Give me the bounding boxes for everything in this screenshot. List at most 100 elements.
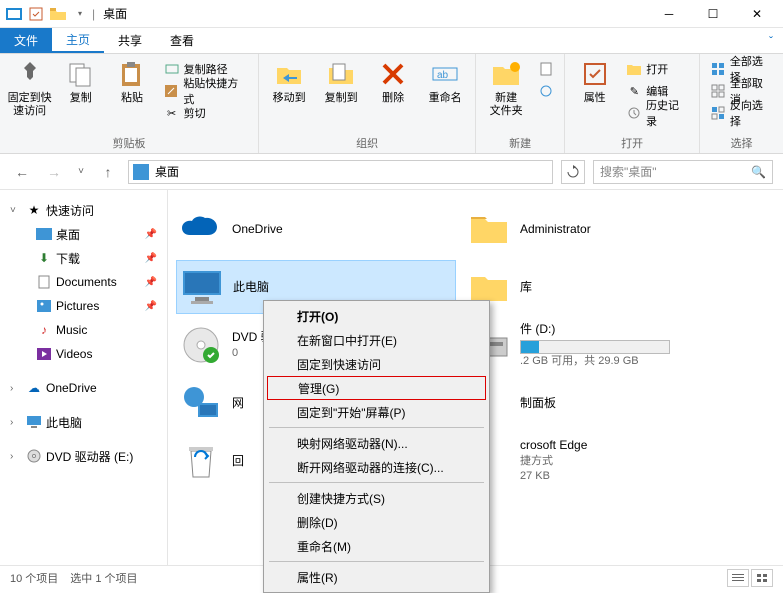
refresh-button[interactable] [561, 160, 585, 184]
group-label: 选择 [706, 133, 777, 151]
tree-music[interactable]: ♪Music [0, 318, 167, 342]
moveto-button[interactable]: 移动到 [265, 58, 313, 105]
tree-desktop[interactable]: 桌面📌 [0, 222, 167, 246]
tree-videos[interactable]: Videos [0, 342, 167, 366]
recycle-icon [180, 440, 222, 482]
ctx-map-drive[interactable]: 映射网络驱动器(N)... [267, 431, 486, 455]
tree-dvd[interactable]: ›DVD 驱动器 (E:) [0, 444, 167, 468]
ribbon-collapse-icon[interactable]: ˇ [759, 28, 783, 53]
explorer-icon [4, 4, 24, 24]
tree-quick-access[interactable]: ˅★快速访问 [0, 198, 167, 222]
separator [269, 482, 484, 483]
open-button[interactable]: 打开 [622, 58, 693, 80]
folder-qat-icon[interactable] [48, 4, 68, 24]
copyto-button[interactable]: 复制到 [317, 58, 365, 105]
minimize-button[interactable]: ─ [647, 0, 691, 28]
group-new: 新建 文件夹 新建 [476, 54, 565, 153]
group-label: 新建 [482, 133, 558, 151]
separator [269, 427, 484, 428]
delete-button[interactable]: 删除 [369, 58, 417, 105]
details-view-button[interactable] [727, 569, 749, 587]
ctx-create-shortcut[interactable]: 创建快捷方式(S) [267, 486, 486, 510]
ctx-delete[interactable]: 删除(D) [267, 510, 486, 534]
pin-icon: 📌 [145, 301, 157, 312]
item-edge[interactable]: crosoft Edge捷方式27 KB [464, 434, 744, 488]
address-bar[interactable]: 桌面 [128, 160, 553, 184]
item-administrator[interactable]: Administrator [464, 202, 744, 256]
properties-qat-icon[interactable] [26, 4, 46, 24]
pc-icon [26, 414, 42, 430]
tab-share[interactable]: 共享 [104, 28, 156, 53]
selection-count: 选中 1 个项目 [70, 570, 137, 586]
search-icon: 🔍 [751, 165, 766, 179]
close-button[interactable]: ✕ [735, 0, 779, 28]
pin-icon: 📌 [145, 253, 157, 264]
item-onedrive[interactable]: OneDrive [176, 202, 456, 256]
newfolder-button[interactable]: 新建 文件夹 [482, 58, 530, 118]
tree-thispc[interactable]: ›此电脑 [0, 410, 167, 434]
new-item-button[interactable] [534, 58, 558, 80]
tree-pictures[interactable]: Pictures📌 [0, 294, 167, 318]
location-text: 桌面 [155, 163, 179, 180]
context-menu: 打开(O) 在新窗口中打开(E) 固定到快速访问 管理(G) 固定到"开始"屏幕… [263, 300, 490, 593]
videos-icon [36, 346, 52, 362]
properties-icon [579, 58, 611, 90]
ribbon: 固定到快 速访问 复制 粘贴 复制路径 粘贴快捷方式 ✂剪切 剪贴板 移动到 [0, 54, 783, 154]
tab-file[interactable]: 文件 [0, 28, 52, 53]
network-icon [180, 382, 222, 424]
easy-access-button[interactable] [534, 80, 558, 102]
ctx-pin-start[interactable]: 固定到"开始"屏幕(P) [267, 400, 486, 424]
newfolder-icon [490, 58, 522, 90]
open-icon [626, 61, 642, 77]
star-icon: ★ [26, 202, 42, 218]
location-icon [133, 164, 149, 180]
item-software-d[interactable]: 件 (D:).2 GB 可用，共 29.9 GB [464, 318, 744, 372]
up-button[interactable]: ↑ [96, 160, 120, 184]
history-button[interactable]: 历史记录 [622, 102, 693, 124]
maximize-button[interactable]: ☐ [691, 0, 735, 28]
tree-downloads[interactable]: ⬇下载📌 [0, 246, 167, 270]
easyaccess-icon [538, 83, 554, 99]
item-libraries[interactable]: 库 [464, 260, 744, 314]
disc-icon [180, 324, 222, 366]
title-bar: ▾ | 桌面 ─ ☐ ✕ [0, 0, 783, 28]
pin-quickaccess-button[interactable]: 固定到快 速访问 [6, 58, 53, 118]
cut-button[interactable]: ✂剪切 [160, 102, 252, 124]
window-title: 桌面 [103, 5, 127, 22]
icons-view-button[interactable] [751, 569, 773, 587]
paste-icon [116, 58, 148, 90]
group-organize: 移动到 复制到 删除 ab 重命名 组织 [259, 54, 476, 153]
ribbon-tabs: 文件 主页 共享 查看 ˇ [0, 28, 783, 54]
ctx-rename[interactable]: 重命名(M) [267, 534, 486, 558]
tab-view[interactable]: 查看 [156, 28, 208, 53]
tree-onedrive[interactable]: ›☁OneDrive [0, 376, 167, 400]
paste-shortcut-button[interactable]: 粘贴快捷方式 [160, 80, 252, 102]
ctx-pin-quick-access[interactable]: 固定到快速访问 [267, 352, 486, 376]
properties-button[interactable]: 属性 [571, 58, 618, 105]
qat-dropdown-icon[interactable]: ▾ [70, 4, 90, 24]
ctx-open[interactable]: 打开(O) [267, 304, 486, 328]
item-control-panel[interactable]: 制面板 [464, 376, 744, 430]
ctx-disconnect-drive[interactable]: 断开网络驱动器的连接(C)... [267, 455, 486, 479]
invert-selection-button[interactable]: 反向选择 [706, 102, 777, 124]
rename-button[interactable]: ab 重命名 [421, 58, 469, 105]
selectall-icon [710, 61, 726, 77]
tab-home[interactable]: 主页 [52, 28, 104, 53]
music-icon: ♪ [36, 322, 52, 338]
recent-dropdown[interactable]: ˅ [74, 160, 88, 184]
separator [269, 561, 484, 562]
search-box[interactable]: 搜索"桌面" 🔍 [593, 160, 773, 184]
moveto-icon [273, 58, 305, 90]
forward-button[interactable]: → [42, 160, 66, 184]
tree-documents[interactable]: Documents📌 [0, 270, 167, 294]
usage-bar [520, 340, 670, 354]
paste-button[interactable]: 粘贴 [108, 58, 155, 105]
back-button[interactable]: ← [10, 160, 34, 184]
ctx-properties[interactable]: 属性(R) [267, 565, 486, 589]
group-select: 全部选择 全部取消 反向选择 选择 [700, 54, 783, 153]
ctx-open-new-window[interactable]: 在新窗口中打开(E) [267, 328, 486, 352]
invert-icon [710, 105, 726, 121]
ctx-manage[interactable]: 管理(G) [267, 376, 486, 400]
copy-button[interactable]: 复制 [57, 58, 104, 105]
disc-icon [26, 448, 42, 464]
